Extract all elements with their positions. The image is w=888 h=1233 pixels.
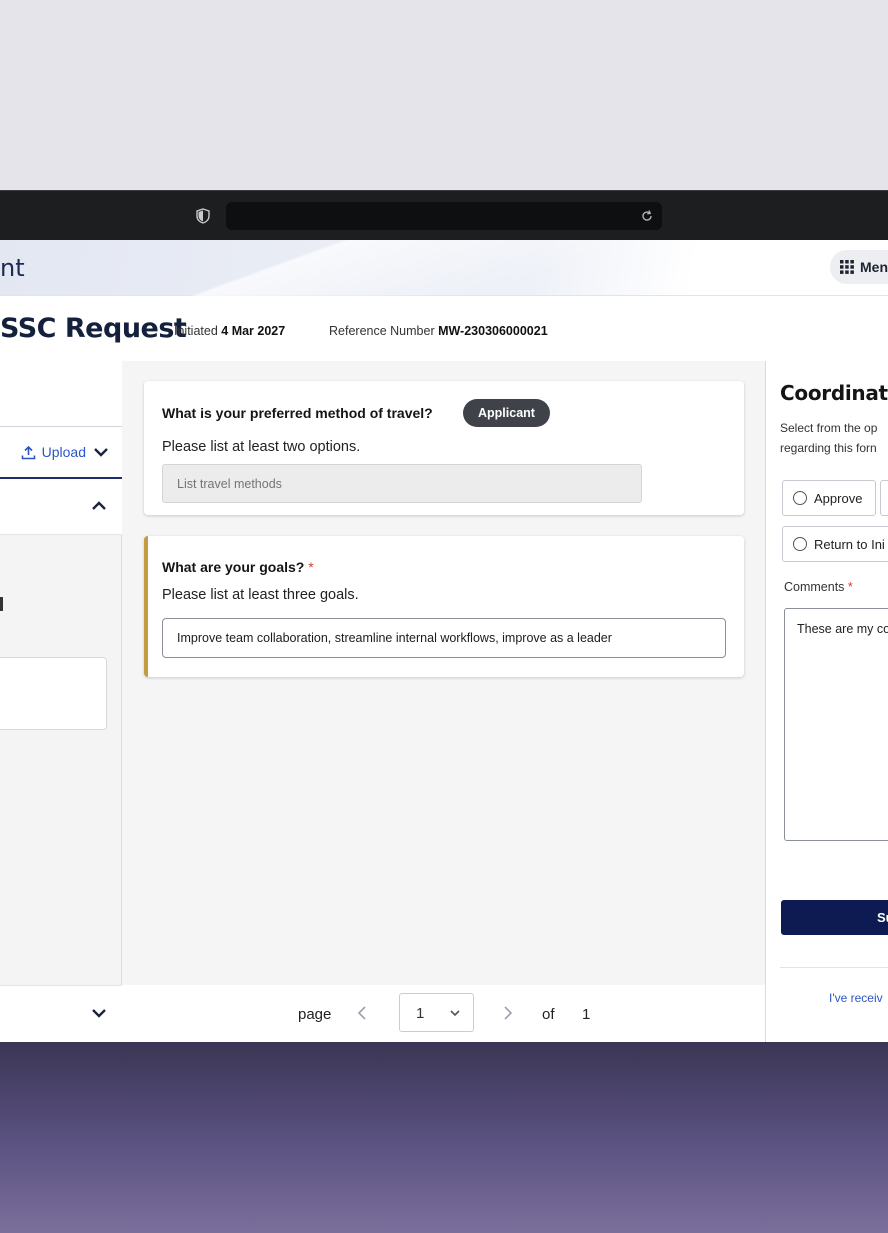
shield-icon	[196, 208, 210, 224]
menu-button[interactable]: Men	[830, 250, 888, 284]
comments-label-text: Comments	[784, 580, 845, 594]
chevron-down-icon	[450, 1010, 460, 1017]
page-title: SSC Request	[0, 313, 187, 344]
question-title: What are your goals? *	[162, 559, 314, 575]
menu-label: Men	[860, 259, 888, 275]
approve-option[interactable]: Approve	[782, 480, 876, 516]
app-title: nt	[0, 254, 25, 282]
comments-textarea[interactable]: These are my co	[784, 608, 888, 841]
applicant-badge: Applicant	[463, 399, 550, 427]
initiated-meta: Initiated 4 Mar 2027	[174, 324, 285, 338]
left-panel-header	[0, 361, 122, 427]
form-area: What is your preferred method of travel?…	[122, 361, 765, 1042]
question-help: Please list at least two options.	[162, 439, 361, 455]
goals-input[interactable]	[162, 618, 726, 658]
of-label: of	[542, 1006, 555, 1023]
return-option[interactable]: Return to Ini	[782, 526, 888, 562]
required-mark: *	[847, 580, 853, 594]
submit-button[interactable]: Su	[781, 900, 888, 935]
address-bar[interactable]	[226, 202, 662, 230]
reference-label: Reference Number	[329, 324, 435, 338]
travel-methods-input[interactable]	[162, 464, 642, 503]
left-panel-marker	[0, 597, 3, 611]
question-title: What is your preferred method of travel?	[162, 405, 433, 421]
left-panel-box	[0, 657, 107, 730]
grid-icon	[840, 260, 854, 274]
page-select[interactable]: 1	[399, 993, 474, 1032]
page-select-value: 1	[416, 1005, 425, 1022]
radio-button[interactable]	[793, 537, 807, 551]
approve-label: Approve	[814, 490, 863, 506]
upload-row: Upload	[0, 427, 122, 479]
initiated-date: 4 Mar 2027	[221, 324, 286, 338]
question-card-goals: What are your goals? * Please list at le…	[144, 536, 744, 677]
divider	[780, 967, 888, 968]
panel-description-line: Select from the op	[780, 421, 878, 435]
upload-icon[interactable]	[21, 445, 36, 460]
left-panel-section[interactable]	[0, 479, 122, 535]
header-decoration	[0, 240, 700, 296]
upload-button[interactable]: Upload	[42, 444, 86, 460]
hero-background	[0, 0, 888, 190]
page-total: 1	[582, 1006, 591, 1023]
left-panel: Upload	[0, 361, 122, 1042]
pagination: page 1 of 1	[122, 985, 765, 1042]
question-title-text: What are your goals?	[162, 559, 305, 575]
coordination-panel: Coordinatio Select from the op regarding…	[765, 361, 888, 1042]
question-help: Please list at least three goals.	[162, 587, 359, 603]
app-window: nt Men SSC Request Initiated 4 Mar 2027 …	[0, 240, 888, 1042]
receive-link[interactable]: I've receiv	[829, 991, 883, 1005]
initiated-label: Initiated	[174, 324, 218, 338]
other-option[interactable]	[880, 480, 888, 516]
page-label: page	[298, 1006, 332, 1023]
app-header: nt Men	[0, 240, 888, 296]
chevron-left-icon[interactable]	[354, 1004, 370, 1022]
panel-title: Coordinatio	[780, 381, 888, 405]
browser-toolbar	[0, 190, 888, 240]
reference-number: MW-230306000021	[438, 324, 548, 338]
question-card-travel: What is your preferred method of travel?…	[144, 381, 744, 515]
reload-icon[interactable]	[640, 209, 654, 223]
reference-meta: Reference Number MW-230306000021	[329, 324, 548, 338]
required-mark: *	[308, 559, 314, 575]
left-panel-footer[interactable]	[0, 985, 122, 1042]
chevron-down-icon[interactable]	[92, 443, 110, 461]
chevron-right-icon[interactable]	[500, 1004, 516, 1022]
comments-label: Comments *	[784, 580, 853, 594]
title-row: SSC Request Initiated 4 Mar 2027 Referen…	[0, 296, 888, 362]
chevron-up-icon[interactable]	[90, 497, 108, 515]
panel-description-line: regarding this forn	[780, 441, 877, 455]
panel-description: Select from the op regarding this forn	[780, 418, 888, 458]
radio-button[interactable]	[793, 491, 807, 505]
chevron-down-icon[interactable]	[90, 1004, 108, 1022]
return-label: Return to Ini	[814, 536, 885, 552]
